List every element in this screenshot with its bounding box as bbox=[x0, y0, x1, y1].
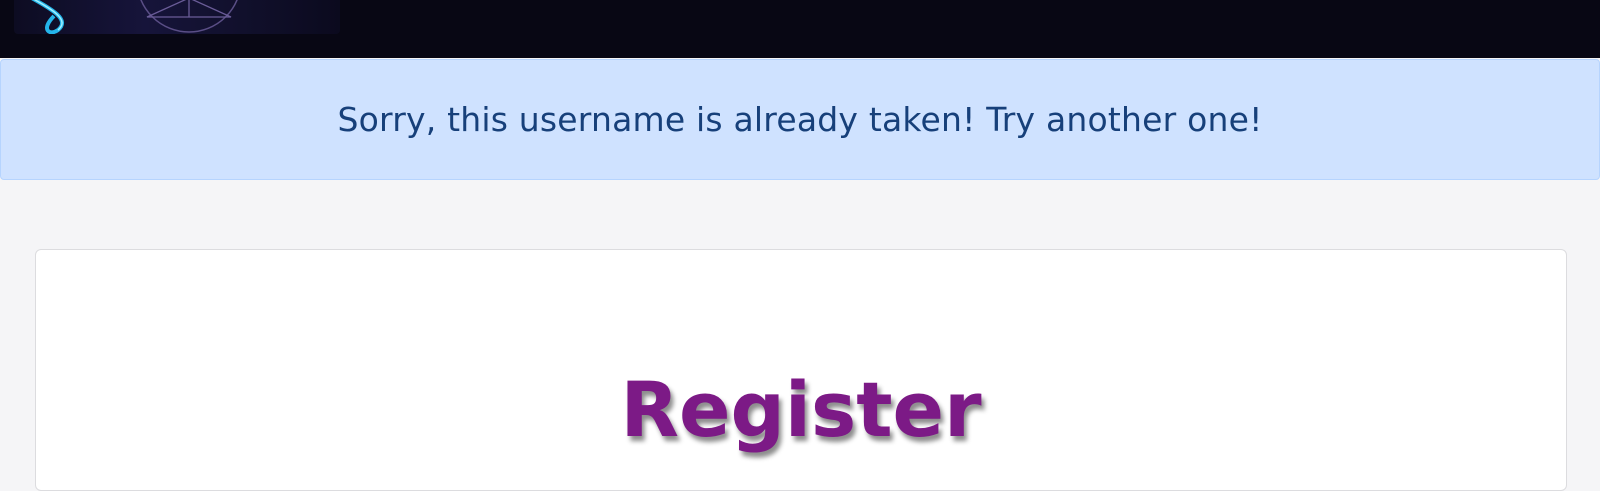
alert-message: Sorry, this username is already taken! T… bbox=[337, 100, 1263, 139]
top-navbar bbox=[0, 0, 1600, 58]
username-taken-alert: Sorry, this username is already taken! T… bbox=[0, 59, 1600, 180]
register-card: Register bbox=[35, 249, 1567, 491]
site-logo[interactable] bbox=[14, 0, 340, 34]
site-logo-icon bbox=[31, 0, 238, 34]
register-title: Register bbox=[620, 365, 982, 454]
